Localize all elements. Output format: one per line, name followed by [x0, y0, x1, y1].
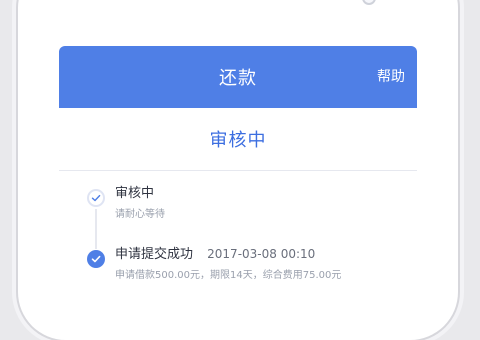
timeline-connector — [95, 209, 97, 249]
timeline-step: 审核中 请耐心等待 — [115, 185, 407, 221]
app-screen: 还款 帮助 审核中 审核中 请耐心等待 申请提交成功 2017-03-08 00… — [59, 46, 417, 300]
page-title: 还款 — [219, 68, 257, 89]
front-camera — [362, 0, 376, 5]
step-2-marker — [87, 250, 105, 268]
phone-frame: 还款 帮助 审核中 审核中 请耐心等待 申请提交成功 2017-03-08 00… — [18, 0, 458, 340]
help-button[interactable]: 帮助 — [377, 66, 405, 86]
step-subtitle: 请耐心等待 — [115, 209, 165, 220]
timeline: 审核中 请耐心等待 申请提交成功 2017-03-08 00:10 申请借款50… — [59, 171, 417, 300]
status-title: 审核中 — [209, 130, 267, 151]
top-nav-bar: 还款 帮助 — [59, 46, 417, 108]
step-title-text: 审核中 — [115, 186, 155, 201]
timeline-step: 申请提交成功 2017-03-08 00:10 申请借款500.00元，期限14… — [115, 245, 407, 282]
step-1-marker — [87, 189, 105, 207]
status-section: 审核中 — [59, 108, 417, 171]
step-title: 申请提交成功 2017-03-08 00:10 — [115, 245, 407, 264]
step-subtitle: 申请借款500.00元，期限14天，综合费用75.00元 — [115, 270, 342, 281]
step-title-text: 申请提交成功 — [115, 247, 194, 262]
check-filled-icon — [91, 255, 101, 263]
step-title: 审核中 — [115, 185, 407, 203]
check-icon — [91, 194, 101, 202]
step-time: 2017-03-08 00:10 — [207, 247, 316, 261]
